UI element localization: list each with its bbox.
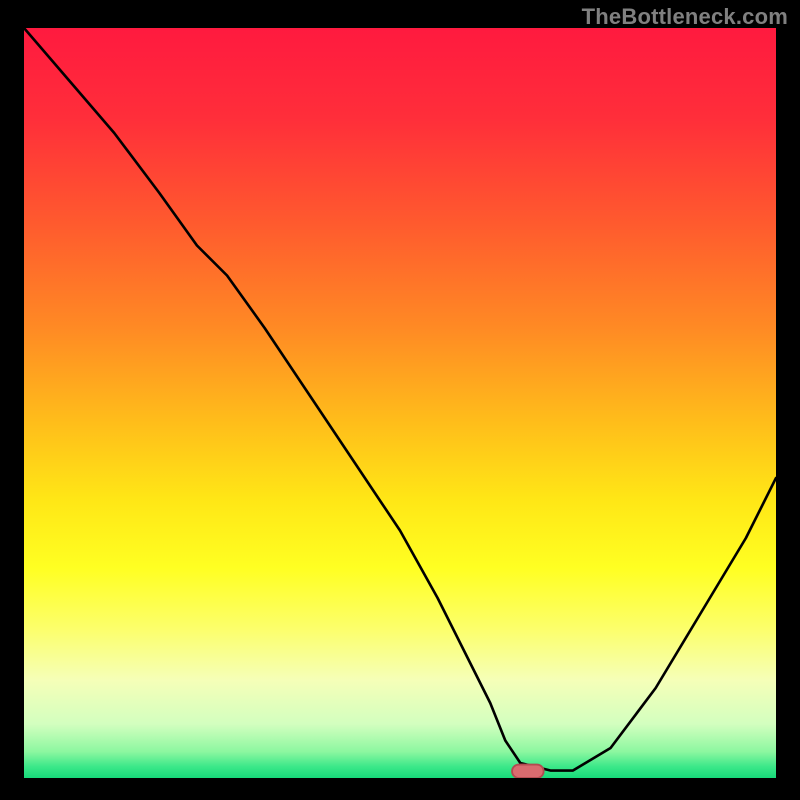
bottleneck-chart bbox=[24, 28, 776, 778]
chart-frame: TheBottleneck.com bbox=[0, 0, 800, 800]
gradient-background bbox=[24, 28, 776, 778]
optimal-marker bbox=[512, 765, 544, 779]
watermark-text: TheBottleneck.com bbox=[582, 4, 788, 30]
